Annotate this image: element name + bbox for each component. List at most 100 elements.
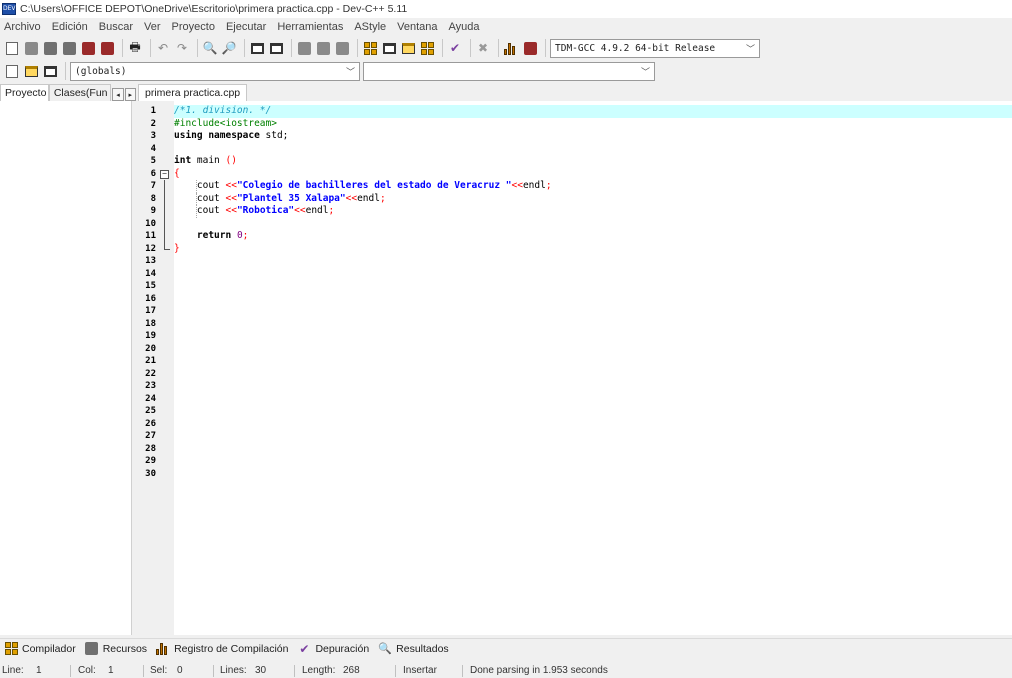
menu-edicion[interactable]: Edición bbox=[52, 21, 88, 33]
menu-ventana[interactable]: Ventana bbox=[397, 21, 437, 33]
code-preprocessor: #include<iostream> bbox=[174, 117, 277, 129]
code-comment: /*1. division. */ bbox=[174, 105, 272, 116]
code-line: 9 cout <<"Robotica"<<endl; bbox=[151, 205, 1012, 218]
code-operator: << bbox=[225, 205, 237, 216]
open-button[interactable] bbox=[23, 40, 39, 56]
project-add-button[interactable] bbox=[296, 40, 312, 56]
tab-file-primera-practica[interactable]: primera practica.cpp bbox=[138, 84, 248, 101]
code-line: 27 bbox=[145, 430, 1012, 443]
debug-check-icon: ✔ bbox=[299, 641, 310, 656]
close-all-button[interactable] bbox=[99, 40, 115, 56]
code-line: 20 bbox=[145, 343, 1012, 356]
chevron-down-icon: ﹀ bbox=[640, 67, 650, 78]
line-number: 28 bbox=[145, 443, 156, 454]
code-text: main bbox=[191, 155, 226, 166]
menu-proyecto[interactable]: Proyecto bbox=[172, 21, 215, 33]
close-file-button[interactable] bbox=[80, 40, 96, 56]
toolbar-separator bbox=[470, 39, 471, 57]
code-text: std; bbox=[259, 130, 289, 141]
undo-button[interactable]: ↶ bbox=[155, 40, 171, 56]
code-operator: << bbox=[294, 205, 306, 216]
menu-astyle[interactable]: AStyle bbox=[354, 21, 386, 33]
goto-line-button[interactable] bbox=[249, 40, 265, 56]
status-message: Done parsing in 1.953 seconds bbox=[470, 665, 608, 676]
menu-ver[interactable]: Ver bbox=[144, 21, 161, 33]
tab-scroll-right-button[interactable]: ▸ bbox=[124, 88, 136, 101]
code-editor[interactable]: 1 /*1. division. */ 2 #include<iostream> 3… bbox=[138, 101, 1012, 635]
tab-proyecto[interactable]: Proyecto bbox=[0, 84, 49, 101]
new-file-button[interactable] bbox=[4, 40, 20, 56]
project-tree-panel[interactable] bbox=[0, 101, 132, 635]
save-button[interactable] bbox=[42, 40, 58, 56]
compile-run-icon bbox=[401, 42, 415, 54]
chevron-down-icon: ﹀ bbox=[745, 44, 755, 55]
tab-resultados[interactable]: 🔍 Resultados bbox=[378, 642, 449, 656]
tab-depuracion[interactable]: ✔ Depuración bbox=[297, 641, 370, 656]
stop-button[interactable]: ✖ bbox=[475, 40, 491, 56]
delete-profile-icon bbox=[523, 41, 537, 55]
line-number: 20 bbox=[145, 343, 156, 354]
tab-compilador[interactable]: Compilador bbox=[4, 642, 76, 655]
status-line-value: 1 bbox=[36, 665, 42, 676]
print-button[interactable]: 🖶 bbox=[127, 40, 143, 56]
new-file-icon bbox=[6, 41, 18, 55]
syntax-check-button[interactable]: ✔ bbox=[447, 40, 463, 56]
compile-run-button[interactable] bbox=[400, 40, 416, 56]
code-line: 21 bbox=[145, 355, 1012, 368]
code-line: 26 bbox=[145, 418, 1012, 431]
tab-scroll-left-button[interactable]: ◂ bbox=[112, 88, 124, 101]
tab-label: Resultados bbox=[396, 642, 449, 655]
code-line: 3 using namespace std; bbox=[151, 130, 1012, 143]
rebuild-all-button[interactable] bbox=[419, 40, 435, 56]
compiler-select[interactable]: TDM-GCC 4.9.2 64-bit Release ﹀ bbox=[550, 38, 760, 58]
menu-buscar[interactable]: Buscar bbox=[99, 21, 133, 33]
save-all-button[interactable] bbox=[61, 40, 77, 56]
scope-select-value: (globals) bbox=[75, 65, 127, 77]
toolbar-separator bbox=[357, 39, 358, 57]
delete-profile-button[interactable] bbox=[522, 40, 538, 56]
goto-declaration-button[interactable] bbox=[23, 63, 39, 79]
toggle-bookmark-button[interactable] bbox=[268, 40, 284, 56]
toolbar-separator bbox=[244, 39, 245, 57]
code-area[interactable]: 1 /*1. division. */ 2 #include<iostream> 3… bbox=[145, 105, 1012, 480]
menu-herramientas[interactable]: Herramientas bbox=[277, 21, 343, 33]
insert-button[interactable] bbox=[4, 63, 20, 79]
run-button[interactable] bbox=[381, 40, 397, 56]
bottom-panel-tabs: Compilador Recursos Registro de Compilac… bbox=[0, 638, 1012, 658]
project-remove-button[interactable] bbox=[315, 40, 331, 56]
stop-x-icon: ✖ bbox=[477, 41, 489, 55]
redo-button[interactable]: ↷ bbox=[174, 40, 190, 56]
fold-collapse-icon[interactable]: − bbox=[160, 169, 169, 179]
code-line: 7 cout <<"Colegio de bachilleres del est… bbox=[151, 180, 1012, 193]
code-brace-open: { bbox=[174, 167, 180, 179]
find-icon: 🔍 bbox=[202, 41, 218, 55]
replace-button[interactable]: 🔎 bbox=[221, 40, 237, 56]
code-text: endl bbox=[305, 205, 329, 216]
status-bar: Line: 1 Col: 1 Sel: 0 Lines: 30 Length: … bbox=[0, 664, 1012, 678]
tab-registro-compilacion[interactable]: Registro de Compilación bbox=[156, 642, 288, 655]
project-options-button[interactable] bbox=[334, 40, 350, 56]
compile-button[interactable] bbox=[362, 40, 378, 56]
code-line: 15 bbox=[145, 280, 1012, 293]
menu-ejecutar[interactable]: Ejecutar bbox=[226, 21, 266, 33]
profile-button[interactable] bbox=[503, 40, 519, 56]
code-line: 10 bbox=[145, 217, 1012, 230]
goto-definition-button[interactable] bbox=[42, 63, 58, 79]
menu-archivo[interactable]: Archivo bbox=[4, 21, 41, 33]
tab-clases[interactable]: Clases(Fun bbox=[48, 84, 112, 101]
line-number: 5 bbox=[150, 156, 156, 166]
results-search-icon: 🔍 bbox=[378, 643, 392, 655]
fold-guide bbox=[164, 180, 165, 193]
toolbar-separator bbox=[150, 39, 151, 57]
menu-ayuda[interactable]: Ayuda bbox=[449, 21, 480, 33]
symbol-select[interactable]: ﹀ bbox=[363, 61, 655, 81]
line-number: 24 bbox=[145, 393, 156, 404]
scope-select[interactable]: (globals) ﹀ bbox=[70, 61, 360, 81]
code-keyword: int bbox=[174, 155, 192, 166]
find-button[interactable]: 🔍 bbox=[202, 40, 218, 56]
tab-label: Depuración bbox=[315, 642, 370, 655]
tab-recursos[interactable]: Recursos bbox=[85, 642, 147, 655]
compiler-select-value: TDM-GCC 4.9.2 64-bit Release bbox=[555, 42, 716, 54]
